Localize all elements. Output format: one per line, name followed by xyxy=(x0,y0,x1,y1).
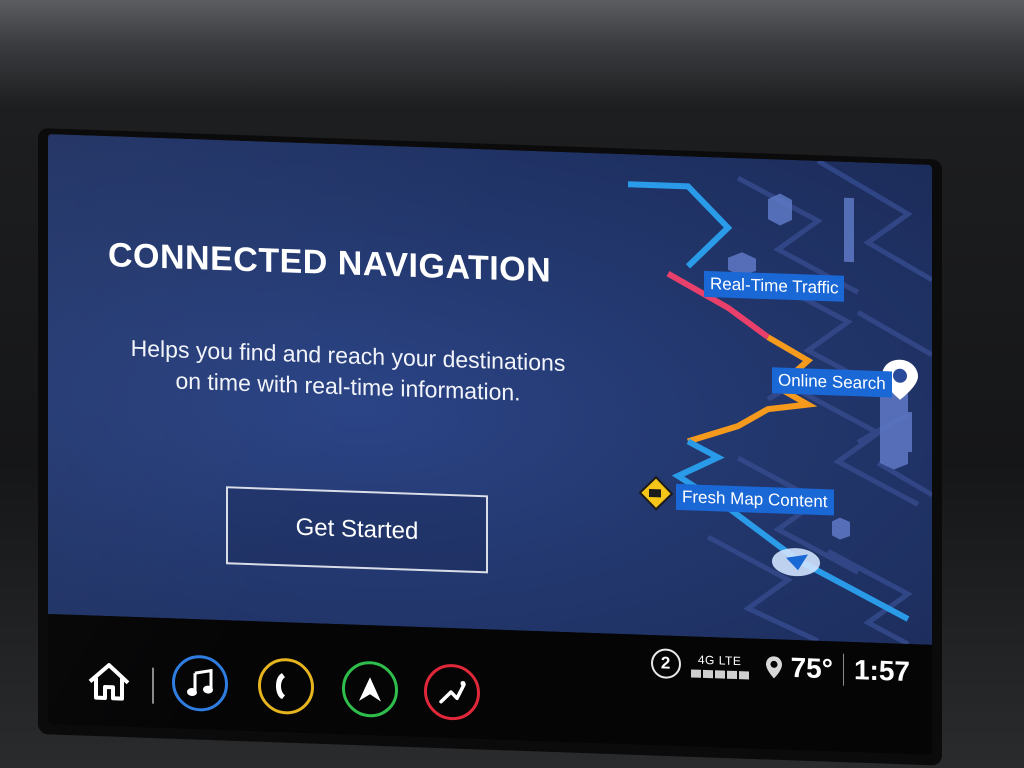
real-time-traffic-label: Real-Time Traffic xyxy=(704,270,845,302)
status-divider xyxy=(842,653,844,686)
network-status: 4G LTE xyxy=(690,652,749,679)
phone-app-button[interactable] xyxy=(258,657,314,716)
camera-alert-icon xyxy=(638,475,674,511)
outside-temperature: 75° xyxy=(790,651,833,685)
location-pin-icon xyxy=(765,656,782,679)
signal-bars-icon xyxy=(690,668,749,679)
route-segment-blue-lower xyxy=(671,438,910,622)
get-started-button[interactable]: Get Started xyxy=(226,486,488,574)
fresh-map-content-label: Fresh Map Content xyxy=(676,483,834,516)
home-button[interactable] xyxy=(86,659,132,708)
phone-icon xyxy=(276,673,285,700)
map-illustration: Real-Time Traffic Online Search Fresh Ma… xyxy=(618,154,932,647)
music-note-icon xyxy=(187,668,213,697)
route-segment-blue-upper xyxy=(628,181,733,269)
dock-divider xyxy=(152,667,154,704)
status-bar: 2 4G LTE 75° 1:57 xyxy=(650,643,910,692)
isometric-map-graphic xyxy=(628,158,932,647)
seat-icon xyxy=(439,680,466,704)
online-search-label: Online Search xyxy=(772,367,892,398)
network-label: 4G LTE xyxy=(697,652,742,668)
feature-description: Helps you find and reach your destinatio… xyxy=(130,334,566,406)
vehicle-settings-app-button[interactable] xyxy=(424,663,480,722)
notification-badge[interactable]: 2 xyxy=(650,648,681,680)
home-icon xyxy=(88,663,130,701)
navigation-intro-panel: CONNECTED NAVIGATION Helps you find and … xyxy=(48,134,932,647)
audio-app-button[interactable] xyxy=(172,654,228,713)
page-title: CONNECTED NAVIGATION xyxy=(108,236,552,290)
infotainment-screen: CONNECTED NAVIGATION Helps you find and … xyxy=(48,134,932,755)
navigation-app-button[interactable] xyxy=(342,660,398,719)
clock: 1:57 xyxy=(853,654,910,688)
navigation-arrow-icon xyxy=(359,677,381,702)
